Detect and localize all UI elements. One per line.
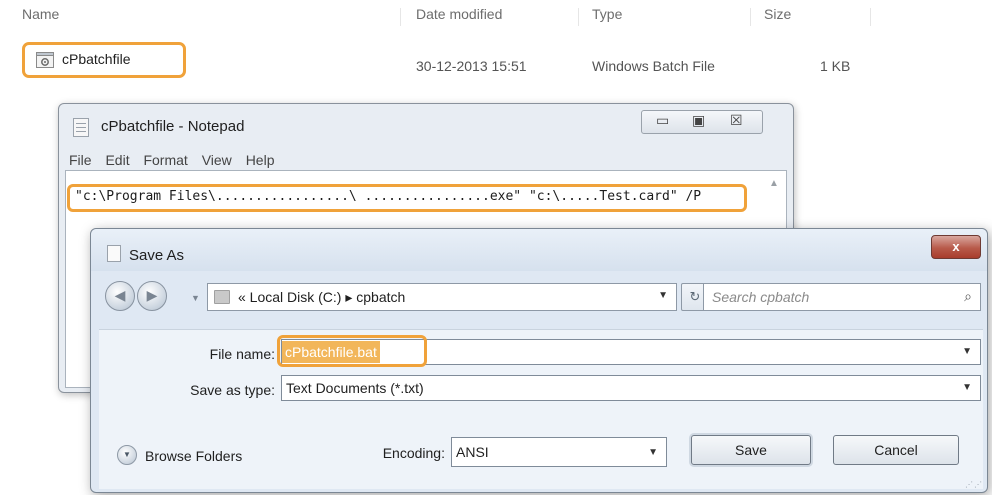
search-input[interactable]: Search cpbatch xyxy=(712,289,809,305)
column-separator xyxy=(400,8,401,26)
column-separator xyxy=(870,8,871,26)
encoding-select[interactable]: ANSI ▼ xyxy=(451,437,667,467)
forward-button[interactable]: ▶ xyxy=(137,281,167,311)
file-name-label: File name: xyxy=(209,346,275,362)
dialog-title: Save As xyxy=(129,247,185,264)
menu-view[interactable]: View xyxy=(202,152,232,168)
menu-help[interactable]: Help xyxy=(246,152,275,168)
notepad-title: cPbatchfile - Notepad xyxy=(101,118,245,135)
menu-format[interactable]: Format xyxy=(143,152,187,168)
cancel-button[interactable]: Cancel xyxy=(833,435,959,465)
search-box[interactable]: Search cpbatch ⌕ xyxy=(703,283,981,311)
address-bar[interactable]: « Local Disk (C:) ▸ cpbatch ▼ xyxy=(207,283,677,311)
file-type: Windows Batch File xyxy=(592,58,715,74)
search-icon[interactable]: ⌕ xyxy=(964,288,972,305)
save-as-dialog: Save As x ◀ ▶ ▼ « Local Disk (C:) ▸ cpba… xyxy=(90,228,988,493)
notepad-icon xyxy=(73,118,89,137)
file-name-dropdown-icon[interactable]: ▼ xyxy=(962,346,972,357)
batch-file-icon xyxy=(36,52,54,68)
encoding-label: Encoding: xyxy=(382,445,445,461)
browse-folders-button[interactable]: Browse Folders xyxy=(145,448,242,464)
save-type-label: Save as type: xyxy=(190,382,275,398)
forward-arrow-icon: ▶ xyxy=(146,287,158,303)
folder-icon xyxy=(214,290,230,304)
save-type-select[interactable]: Text Documents (*.txt) ▼ xyxy=(281,375,981,401)
expand-icon[interactable]: ▼ xyxy=(117,445,137,465)
scroll-up-icon: ▲ xyxy=(769,178,779,189)
file-name: cPbatchfile xyxy=(62,51,131,67)
close-icon[interactable]: ☒ xyxy=(730,112,743,129)
menu-file[interactable]: File xyxy=(69,152,92,168)
encoding-dropdown-icon[interactable]: ▼ xyxy=(648,447,658,458)
resize-grip[interactable]: ⋰⋰ xyxy=(965,480,983,489)
back-button[interactable]: ◀ xyxy=(105,281,135,311)
save-button[interactable]: Save xyxy=(691,435,811,465)
address-path[interactable]: « Local Disk (C:) ▸ cpbatch xyxy=(238,289,405,306)
address-dropdown-icon[interactable]: ▼ xyxy=(658,290,668,301)
window-controls: ▭ ▣ ☒ xyxy=(641,110,763,134)
column-header-size[interactable]: Size xyxy=(764,6,791,22)
menu-edit[interactable]: Edit xyxy=(105,152,129,168)
history-dropdown-icon[interactable]: ▼ xyxy=(191,293,200,303)
column-separator xyxy=(750,8,751,26)
save-type-value: Text Documents (*.txt) xyxy=(286,380,424,396)
save-type-dropdown-icon[interactable]: ▼ xyxy=(962,382,972,393)
column-separator xyxy=(578,8,579,26)
column-header-type[interactable]: Type xyxy=(592,6,622,22)
highlight-outline xyxy=(277,335,427,367)
batch-command-text: "c:\Program Files\.................\ ...… xyxy=(75,189,702,204)
scroll-up-button[interactable]: ▲ xyxy=(765,174,783,204)
menu-bar: File Edit Format View Help xyxy=(69,152,284,168)
back-arrow-icon: ◀ xyxy=(114,287,126,303)
file-size: 1 KB xyxy=(820,58,851,74)
column-header-name[interactable]: Name xyxy=(22,6,59,22)
encoding-value: ANSI xyxy=(456,444,489,460)
maximize-icon[interactable]: ▣ xyxy=(692,112,705,129)
column-header-date[interactable]: Date modified xyxy=(416,6,502,22)
dialog-close-button[interactable]: x xyxy=(931,235,981,259)
minimize-icon[interactable]: ▭ xyxy=(656,112,669,129)
file-date-modified: 30-12-2013 15:51 xyxy=(416,58,527,74)
dialog-icon xyxy=(107,245,121,262)
dialog-titlebar xyxy=(91,229,987,271)
